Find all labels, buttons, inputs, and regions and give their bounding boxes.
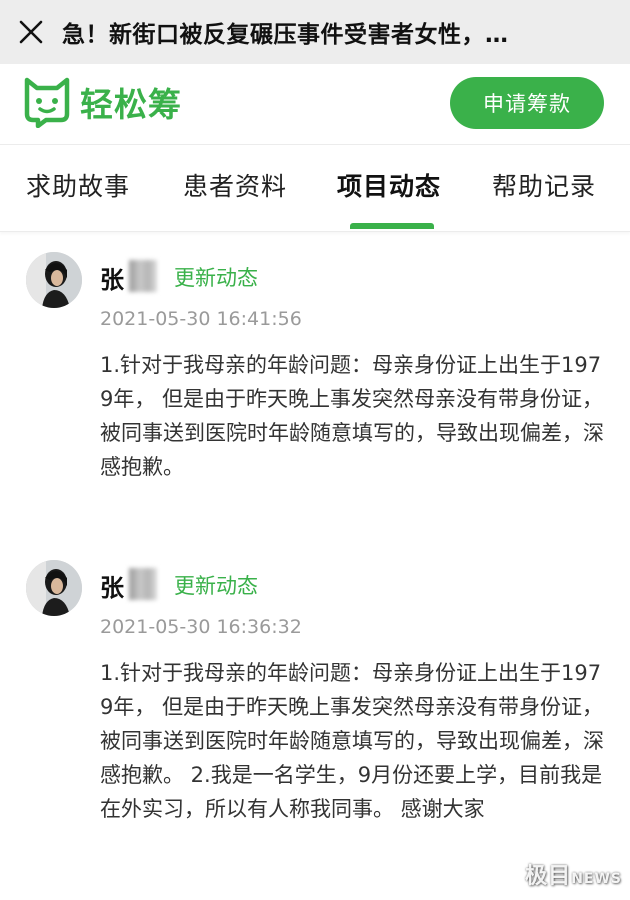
title-bar: 急！新街口被反复碾压事件受害者女性，…: [0, 0, 630, 64]
active-tab-indicator: [350, 223, 434, 229]
brand-name: 轻松筹: [80, 85, 182, 124]
avatar-photo-icon: [26, 252, 82, 308]
author-name: 张: [100, 574, 124, 602]
apply-fundraising-button[interactable]: 申请筹款: [450, 77, 604, 129]
avatar-photo-icon: [26, 560, 82, 616]
cat-logo-icon: [24, 77, 70, 128]
author-name: 张: [100, 266, 124, 294]
update-content: 1.针对于我母亲的年龄问题：母亲身份证上出生于1979年， 但是由于昨天晚上事发…: [100, 353, 604, 479]
update-content: 1.针对于我母亲的年龄问题：母亲身份证上出生于1979年， 但是由于昨天晚上事发…: [100, 661, 604, 821]
close-icon: [19, 20, 43, 44]
update-timestamp: 2021-05-30 16:36:32: [100, 616, 302, 638]
author-name-blur: [129, 568, 157, 600]
news-watermark: 极目NEWS: [525, 858, 622, 890]
update-timestamp: 2021-05-30 16:41:56: [100, 308, 302, 330]
avatar[interactable]: [26, 252, 82, 308]
app-root: 急！新街口被反复碾压事件受害者女性，… 轻松筹 申请筹款 求助故事 患者资料 项…: [0, 0, 630, 900]
update-tag: 更新动态: [174, 266, 258, 290]
tab-help-story[interactable]: 求助故事: [26, 167, 130, 203]
tab-patient-info[interactable]: 患者资料: [183, 167, 287, 203]
brand-logo[interactable]: 轻松筹: [22, 76, 182, 128]
watermark-cn: 极目: [525, 864, 572, 889]
close-button[interactable]: [0, 0, 62, 64]
brand-header: 轻松筹 申请筹款: [0, 64, 630, 145]
update-item: 张 更新动态 2021-05-30 16:41:56 1.针对于我母亲的年龄问题…: [0, 252, 630, 522]
page-title: 急！新街口被反复碾压事件受害者女性，…: [62, 22, 509, 48]
tab-help-records[interactable]: 帮助记录: [492, 167, 596, 203]
tab-bar: 求助故事 患者资料 项目动态 帮助记录: [0, 145, 630, 232]
watermark-en: NEWS: [571, 871, 622, 887]
tab-project-updates[interactable]: 项目动态: [337, 167, 441, 203]
author-name-blur: [129, 260, 157, 292]
update-item: 张 更新动态 2021-05-30 16:36:32 1.针对于我母亲的年龄问题…: [0, 560, 630, 880]
avatar[interactable]: [26, 560, 82, 616]
update-tag: 更新动态: [174, 574, 258, 598]
